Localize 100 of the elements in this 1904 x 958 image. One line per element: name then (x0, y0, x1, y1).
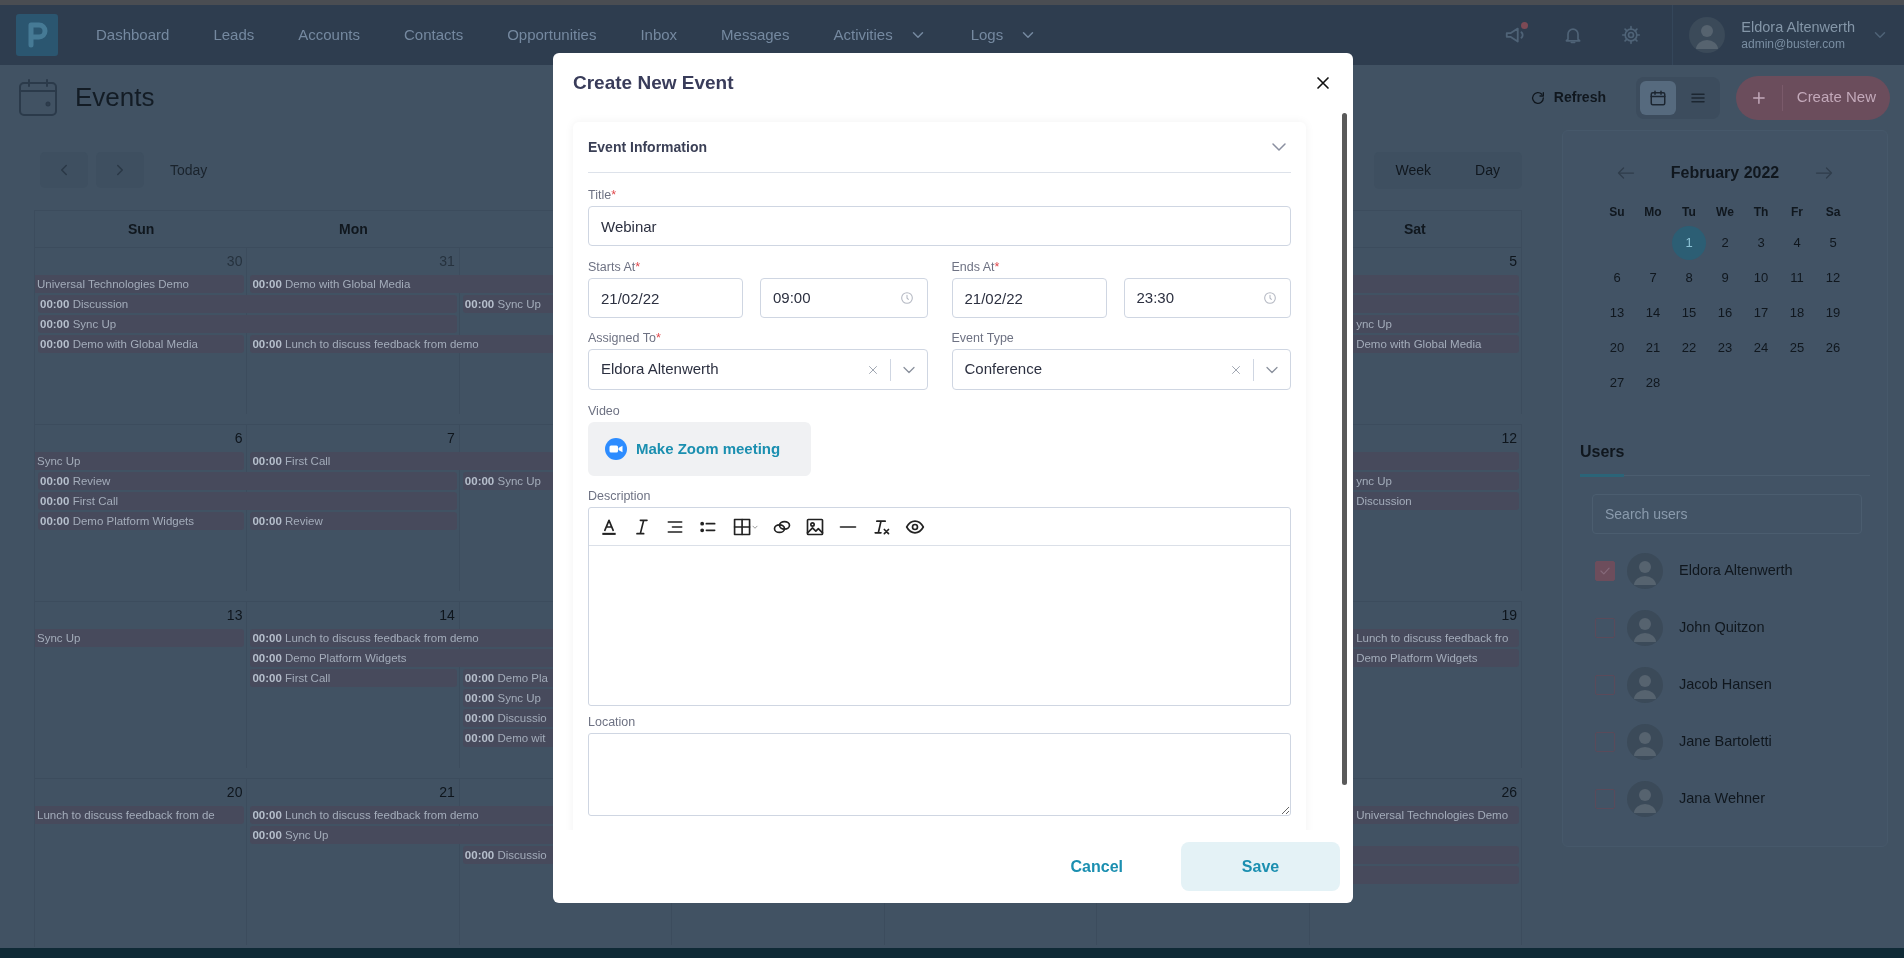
avatar (1627, 723, 1663, 760)
view-tab[interactable]: Week (1373, 151, 1454, 189)
checkbox[interactable] (1595, 788, 1615, 809)
event-bar[interactable]: 00:00 Discussion (38, 295, 457, 313)
input-field[interactable]: Webinar (588, 206, 1291, 246)
weekday-label: Mo (1643, 204, 1663, 221)
event-bar[interactable]: 00:00 Review (38, 472, 457, 490)
calendar-day[interactable]: 28 (1636, 365, 1670, 400)
calendar-day[interactable]: 27 (1600, 365, 1634, 400)
calendar-day[interactable]: 20 (1600, 330, 1634, 365)
calendar-day[interactable]: 6 (1600, 260, 1634, 295)
avatar (1627, 780, 1663, 817)
calendar-day[interactable]: 4 (1780, 225, 1814, 260)
refresh-button[interactable]: Refresh (1523, 86, 1612, 109)
checkbox[interactable] (1595, 560, 1615, 581)
event-bar[interactable]: Sync Up (35, 452, 245, 470)
nav-link[interactable]: Opportunities (507, 23, 597, 47)
event-bar[interactable]: 00:00 First Call (250, 669, 457, 687)
weekday-label: We (1715, 204, 1735, 221)
calendar-day[interactable]: 9 (1708, 260, 1742, 295)
nav-link[interactable]: Accounts (298, 23, 360, 47)
scrollbar[interactable] (1342, 113, 1347, 785)
field-label: Title* (588, 187, 618, 203)
checkbox[interactable] (1595, 617, 1615, 638)
clock-icon (1262, 290, 1278, 306)
date-field[interactable]: 21/02/22 (951, 278, 1107, 318)
calendar-day[interactable]: 1 (1672, 225, 1706, 260)
video-camera-icon (604, 437, 628, 461)
calendar-day[interactable]: 8 (1672, 260, 1706, 295)
location-field[interactable] (588, 733, 1291, 816)
checkbox[interactable] (1595, 674, 1615, 695)
table-icon[interactable] (731, 516, 759, 537)
avatar (1627, 552, 1663, 589)
time-field[interactable]: 09:00 (760, 278, 928, 318)
calendar-day[interactable]: 24 (1744, 330, 1778, 365)
calendar-day[interactable]: 3 (1744, 225, 1778, 260)
event-bar[interactable]: Universal Technologies Demo (35, 275, 245, 293)
event-bar[interactable]: 00:00 Demo Platform Widgets (38, 512, 245, 530)
save-button[interactable]: Save (1181, 842, 1340, 891)
calendar-day[interactable]: 15 (1672, 295, 1706, 330)
field-label: Event Type (951, 330, 1015, 346)
calendar-day[interactable]: 5 (1816, 225, 1850, 260)
field-label: Ends At* (951, 259, 1001, 275)
day-number: 21 (439, 782, 456, 802)
avatar (1627, 609, 1663, 646)
time-field[interactable]: 23:30 (1123, 278, 1291, 318)
zoom-meeting-button[interactable]: Make Zoom meeting (588, 422, 811, 476)
users-tab[interactable]: Users (1580, 440, 1625, 477)
select-field[interactable]: Eldora Altenwerth (588, 349, 928, 390)
calendar-view-button[interactable] (1640, 80, 1676, 115)
calendar-day[interactable]: 17 (1744, 295, 1778, 330)
weekday-header: Mon (339, 219, 368, 239)
day-number: 6 (234, 428, 244, 448)
search-field[interactable]: Search users (1592, 494, 1862, 534)
calendar-day[interactable]: 25 (1780, 330, 1814, 365)
calendar-day[interactable]: 18 (1780, 295, 1814, 330)
view-tab[interactable]: Day (1453, 151, 1522, 189)
image-icon[interactable] (805, 516, 825, 537)
settings-icon[interactable] (1621, 25, 1642, 45)
calendar-icon (17, 76, 59, 119)
checkbox[interactable] (1595, 731, 1615, 752)
calendar-day[interactable]: 26 (1816, 330, 1850, 365)
nav-link[interactable]: Activities (833, 23, 927, 47)
event-bar[interactable]: 00:00 First Call (38, 492, 457, 510)
nav-link[interactable]: Inbox (640, 23, 678, 47)
calendar-day[interactable]: 11 (1780, 260, 1814, 295)
calendar-day[interactable]: 16 (1708, 295, 1742, 330)
calendar-day[interactable]: 2 (1708, 225, 1742, 260)
create-button[interactable]: Create New (1736, 75, 1890, 120)
calendar-day[interactable]: 10 (1744, 260, 1778, 295)
event-bar[interactable]: 00:00 Sync Up (38, 315, 457, 333)
calendar-day[interactable]: 12 (1816, 260, 1850, 295)
event-bar[interactable]: 00:00 Demo with Global Media (38, 335, 245, 353)
avatar[interactable] (1689, 17, 1726, 53)
calendar-day[interactable]: 7 (1636, 260, 1670, 295)
calendar-day[interactable]: 22 (1672, 330, 1706, 365)
day-number: 5 (1509, 251, 1518, 271)
day-number: 12 (1501, 428, 1518, 448)
nav-link[interactable]: Contacts (403, 23, 464, 47)
event-bar[interactable]: Sync Up (35, 629, 245, 647)
select-field[interactable]: Conference (951, 349, 1291, 390)
date-field[interactable]: 21/02/22 (588, 278, 743, 318)
day-number: 7 (447, 428, 456, 448)
calendar-day[interactable]: 14 (1636, 295, 1670, 330)
event-bar[interactable]: Lunch to discuss feedback from de (35, 806, 245, 824)
month-title: February 2022 (1670, 163, 1780, 183)
calendar-day[interactable]: 23 (1708, 330, 1742, 365)
calendar-day[interactable]: 13 (1600, 295, 1634, 330)
calendar-day[interactable]: 19 (1816, 295, 1850, 330)
avatar (1627, 666, 1663, 703)
calendar-day[interactable]: 21 (1636, 330, 1670, 365)
nav-link[interactable]: Messages (721, 23, 790, 47)
logo-icon[interactable] (16, 14, 58, 56)
cancel-button[interactable]: Cancel (1064, 853, 1129, 880)
nav-link[interactable]: Dashboard (96, 23, 170, 47)
nav-link[interactable]: Leads (213, 23, 255, 47)
nav-link[interactable]: Logs (970, 23, 1038, 47)
weekday-label: Sa (1824, 204, 1842, 221)
event-bar[interactable]: 00:00 Review (250, 512, 457, 530)
field-label: Description (588, 488, 652, 504)
